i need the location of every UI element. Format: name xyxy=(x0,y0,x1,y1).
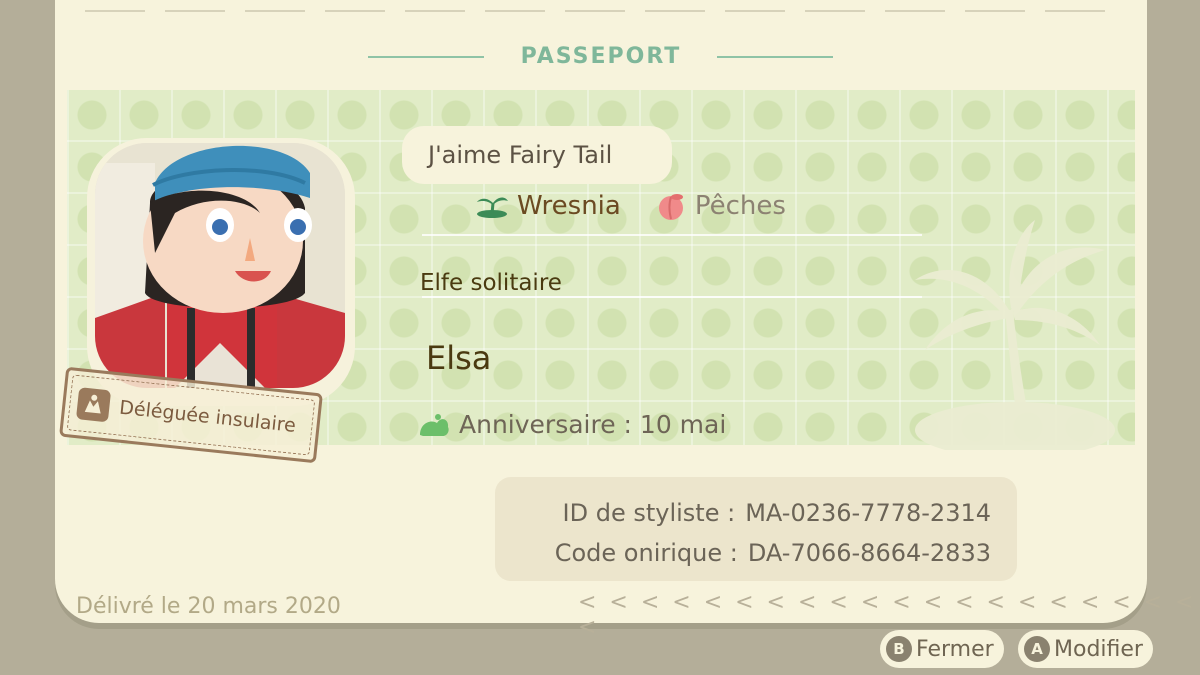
passport-title: PASSEPORT xyxy=(520,44,682,69)
perforation-line xyxy=(85,10,1117,12)
dream-code-label: Code onirique : xyxy=(554,539,738,567)
dream-code-value: DA-7066-8664-2833 xyxy=(747,539,991,567)
a-button-icon: A xyxy=(1024,636,1050,662)
palm-island-icon xyxy=(477,197,508,218)
edit-button-label: Modifier xyxy=(1054,636,1143,662)
user-title: Elfe solitaire xyxy=(420,270,562,296)
designer-id-value: MA-0236-7778-2314 xyxy=(745,499,991,527)
designer-id-label: ID de styliste : xyxy=(562,499,736,527)
issued-date: Délivré le 20 mars 2020 xyxy=(76,594,341,619)
id-info-box: ID de styliste : MA-0236-7778-2314 Code … xyxy=(495,477,1017,581)
peach-icon xyxy=(658,194,683,220)
birthday-row: Anniversaire : 10 mai xyxy=(417,410,726,439)
edit-button[interactable]: A Modifier xyxy=(1018,630,1153,668)
passport-header: PASSEPORT xyxy=(55,44,1147,69)
birthday-cake-icon xyxy=(420,413,449,436)
role-label: Déléguée insulaire xyxy=(118,396,297,437)
close-button[interactable]: B Fermer xyxy=(880,630,1004,668)
avatar-photo xyxy=(95,143,345,388)
passport-comment: J'aime Fairy Tail xyxy=(428,141,613,169)
divider-line xyxy=(422,234,922,236)
user-name: Elsa xyxy=(426,339,492,377)
close-button-label: Fermer xyxy=(916,636,994,662)
passport-comment-bubble: J'aime Fairy Tail xyxy=(402,126,672,184)
divider-line xyxy=(422,296,922,298)
b-button-icon: B xyxy=(886,636,912,662)
palm-island-watermark-icon xyxy=(915,220,1115,450)
designer-id-row: ID de styliste : MA-0236-7778-2314 xyxy=(563,499,991,527)
resident-rep-icon xyxy=(75,387,112,423)
dream-code-row: Code onirique : DA-7066-8664-2833 xyxy=(555,539,991,567)
birthday-text: Anniversaire : 10 mai xyxy=(459,410,727,439)
native-fruit-name: Pêches xyxy=(694,191,786,221)
island-name: Wresnia xyxy=(517,191,621,221)
island-fruit-row: Wresnia Pêches xyxy=(475,186,786,226)
